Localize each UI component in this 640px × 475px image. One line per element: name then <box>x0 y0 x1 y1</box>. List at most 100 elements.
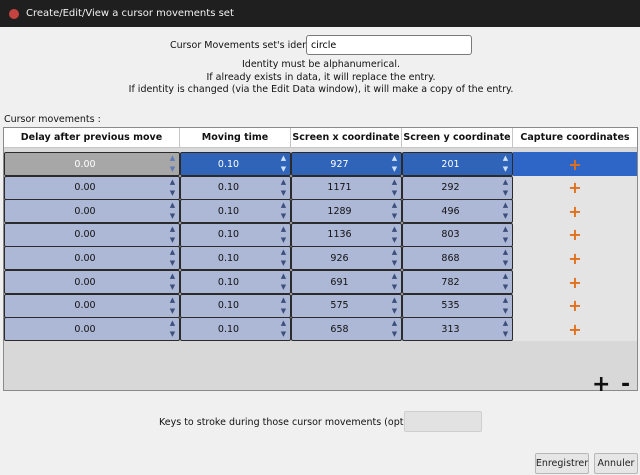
moving-time-spinbox[interactable]: 0.10 ▲ ▼ <box>180 199 291 224</box>
table-row[interactable]: 0.00 ▲ ▼ 0.10 ▲ ▼ 658 ▲ ▼ 313 ▲ ▼ + <box>4 317 637 342</box>
spin-up-icon[interactable]: ▲ <box>170 319 175 328</box>
spin-arrows[interactable]: ▲ ▼ <box>390 154 399 174</box>
column-header-capture[interactable]: Capture coordinates <box>513 128 637 148</box>
column-header-delay[interactable]: Delay after previous move <box>4 128 180 148</box>
table-row[interactable]: 0.00 ▲ ▼ 0.10 ▲ ▼ 575 ▲ ▼ 535 ▲ ▼ + <box>4 293 637 318</box>
spin-down-icon[interactable]: ▼ <box>281 283 286 292</box>
spin-down-icon[interactable]: ▼ <box>392 283 397 292</box>
capture-coordinates-button[interactable]: + <box>513 317 637 342</box>
spin-down-icon[interactable]: ▼ <box>503 259 508 268</box>
spin-down-icon[interactable]: ▼ <box>170 165 175 174</box>
spin-down-icon[interactable]: ▼ <box>281 259 286 268</box>
cancel-button[interactable]: Annuler <box>594 453 638 474</box>
spin-up-icon[interactable]: ▲ <box>392 248 397 257</box>
spin-up-icon[interactable]: ▲ <box>392 272 397 281</box>
moving-time-spinbox[interactable]: 0.10 ▲ ▼ <box>180 175 291 200</box>
spin-down-icon[interactable]: ▼ <box>281 330 286 339</box>
capture-coordinates-button[interactable]: + <box>513 152 637 176</box>
capture-coordinates-button[interactable]: + <box>513 199 637 224</box>
spin-down-icon[interactable]: ▼ <box>170 259 175 268</box>
spin-up-icon[interactable]: ▲ <box>281 154 286 163</box>
spin-arrows[interactable]: ▲ ▼ <box>168 201 177 221</box>
moving-time-spinbox[interactable]: 0.10 ▲ ▼ <box>180 270 291 294</box>
spin-down-icon[interactable]: ▼ <box>392 330 397 339</box>
spin-arrows[interactable]: ▲ ▼ <box>168 248 177 268</box>
spin-down-icon[interactable]: ▼ <box>503 330 508 339</box>
screen-y-spinbox[interactable]: 496 ▲ ▼ <box>402 199 513 224</box>
spin-arrows[interactable]: ▲ ▼ <box>279 154 288 174</box>
spin-down-icon[interactable]: ▼ <box>503 212 508 221</box>
spin-down-icon[interactable]: ▼ <box>170 212 175 221</box>
spin-arrows[interactable]: ▲ ▼ <box>279 201 288 221</box>
screen-y-spinbox[interactable]: 201 ▲ ▼ <box>402 152 513 176</box>
capture-coordinates-button[interactable]: + <box>513 293 637 318</box>
table-row[interactable]: 0.00 ▲ ▼ 0.10 ▲ ▼ 1136 ▲ ▼ 803 ▲ ▼ + <box>4 222 637 247</box>
table-row[interactable]: 0.00 ▲ ▼ 0.10 ▲ ▼ 1171 ▲ ▼ 292 ▲ ▼ + <box>4 175 637 200</box>
spin-up-icon[interactable]: ▲ <box>392 154 397 163</box>
spin-up-icon[interactable]: ▲ <box>392 296 397 305</box>
spin-up-icon[interactable]: ▲ <box>281 248 286 257</box>
spin-arrows[interactable]: ▲ ▼ <box>168 178 177 198</box>
screen-x-spinbox[interactable]: 575 ▲ ▼ <box>291 293 402 318</box>
spin-arrows[interactable]: ▲ ▼ <box>390 272 399 292</box>
spin-up-icon[interactable]: ▲ <box>392 178 397 187</box>
delay-spinbox[interactable]: 0.00 ▲ ▼ <box>4 152 180 176</box>
table-row[interactable]: 0.00 ▲ ▼ 0.10 ▲ ▼ 691 ▲ ▼ 782 ▲ ▼ + <box>4 270 637 294</box>
delay-spinbox[interactable]: 0.00 ▲ ▼ <box>4 246 180 271</box>
screen-x-spinbox[interactable]: 1171 ▲ ▼ <box>291 175 402 200</box>
spin-up-icon[interactable]: ▲ <box>503 272 508 281</box>
screen-y-spinbox[interactable]: 292 ▲ ▼ <box>402 175 513 200</box>
spin-down-icon[interactable]: ▼ <box>503 307 508 316</box>
capture-coordinates-button[interactable]: + <box>513 175 637 200</box>
table-row[interactable]: 0.00 ▲ ▼ 0.10 ▲ ▼ 926 ▲ ▼ 868 ▲ ▼ + <box>4 246 637 271</box>
spin-up-icon[interactable]: ▲ <box>281 319 286 328</box>
spin-arrows[interactable]: ▲ ▼ <box>501 154 510 174</box>
spin-arrows[interactable]: ▲ ▼ <box>168 272 177 292</box>
spin-arrows[interactable]: ▲ ▼ <box>168 319 177 339</box>
spin-down-icon[interactable]: ▼ <box>170 307 175 316</box>
spin-up-icon[interactable]: ▲ <box>503 201 508 210</box>
spin-down-icon[interactable]: ▼ <box>281 212 286 221</box>
screen-x-spinbox[interactable]: 691 ▲ ▼ <box>291 270 402 294</box>
spin-arrows[interactable]: ▲ ▼ <box>501 178 510 198</box>
spin-arrows[interactable]: ▲ ▼ <box>501 319 510 339</box>
spin-down-icon[interactable]: ▼ <box>392 259 397 268</box>
spin-arrows[interactable]: ▲ ▼ <box>279 248 288 268</box>
screen-x-spinbox[interactable]: 1136 ▲ ▼ <box>291 222 402 247</box>
spin-down-icon[interactable]: ▼ <box>281 165 286 174</box>
add-row-button[interactable]: + <box>592 374 610 396</box>
spin-arrows[interactable]: ▲ ▼ <box>390 201 399 221</box>
screen-y-spinbox[interactable]: 803 ▲ ▼ <box>402 222 513 247</box>
capture-coordinates-button[interactable]: + <box>513 270 637 294</box>
spin-up-icon[interactable]: ▲ <box>503 248 508 257</box>
spin-up-icon[interactable]: ▲ <box>281 201 286 210</box>
spin-down-icon[interactable]: ▼ <box>392 212 397 221</box>
spin-up-icon[interactable]: ▲ <box>170 178 175 187</box>
save-button[interactable]: Enregistrer <box>535 453 589 474</box>
spin-up-icon[interactable]: ▲ <box>503 225 508 234</box>
spin-up-icon[interactable]: ▲ <box>281 225 286 234</box>
spin-arrows[interactable]: ▲ ▼ <box>390 225 399 245</box>
delay-spinbox[interactable]: 0.00 ▲ ▼ <box>4 293 180 318</box>
delay-spinbox[interactable]: 0.00 ▲ ▼ <box>4 175 180 200</box>
spin-down-icon[interactable]: ▼ <box>281 307 286 316</box>
spin-down-icon[interactable]: ▼ <box>281 236 286 245</box>
screen-x-spinbox[interactable]: 926 ▲ ▼ <box>291 246 402 271</box>
moving-time-spinbox[interactable]: 0.10 ▲ ▼ <box>180 246 291 271</box>
delay-spinbox[interactable]: 0.00 ▲ ▼ <box>4 270 180 294</box>
spin-arrows[interactable]: ▲ ▼ <box>279 296 288 316</box>
delay-spinbox[interactable]: 0.00 ▲ ▼ <box>4 317 180 342</box>
spin-up-icon[interactable]: ▲ <box>503 319 508 328</box>
column-header-screen-x[interactable]: Screen x coordinate <box>291 128 402 148</box>
spin-down-icon[interactable]: ▼ <box>170 283 175 292</box>
spin-down-icon[interactable]: ▼ <box>392 165 397 174</box>
spin-arrows[interactable]: ▲ ▼ <box>501 248 510 268</box>
spin-up-icon[interactable]: ▲ <box>170 272 175 281</box>
screen-y-spinbox[interactable]: 782 ▲ ▼ <box>402 270 513 294</box>
spin-down-icon[interactable]: ▼ <box>281 189 286 198</box>
spin-up-icon[interactable]: ▲ <box>281 178 286 187</box>
spin-up-icon[interactable]: ▲ <box>170 248 175 257</box>
spin-up-icon[interactable]: ▲ <box>503 296 508 305</box>
spin-down-icon[interactable]: ▼ <box>503 236 508 245</box>
column-header-screen-y[interactable]: Screen y coordinate <box>402 128 513 148</box>
